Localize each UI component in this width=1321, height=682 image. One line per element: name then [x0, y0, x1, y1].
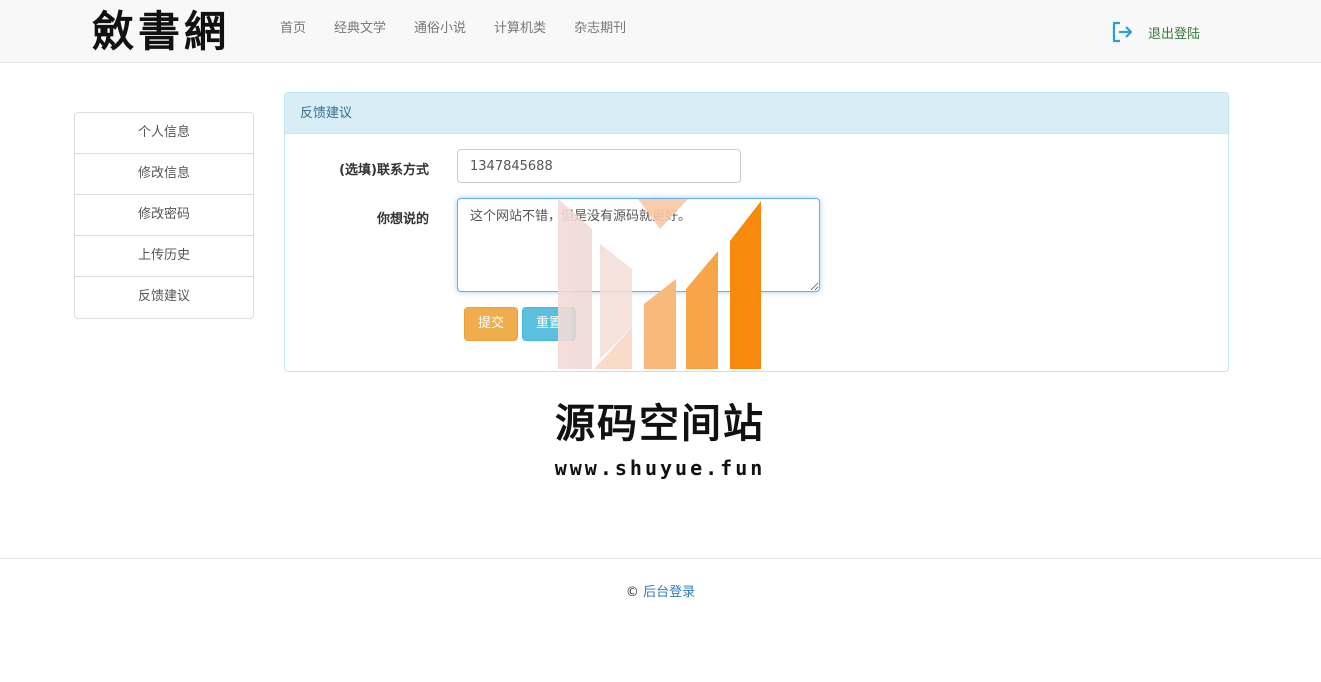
footer-text: © 后台登录 [0, 581, 1321, 600]
nav-computer[interactable]: 计算机类 [480, 0, 560, 58]
nav-magazines[interactable]: 杂志期刊 [560, 0, 640, 58]
nav-home[interactable]: 首页 [266, 0, 320, 58]
nav-classic-literature[interactable]: 经典文学 [320, 0, 400, 58]
watermark-url: www.shuyue.fun [554, 456, 766, 480]
watermark-title: 源码空间站 [555, 401, 765, 447]
main-nav: 首页 经典文学 通俗小说 计算机类 杂志期刊 [266, 0, 640, 58]
logout-label: 退出登陆 [1148, 26, 1201, 42]
user-sidebar: 个人信息 修改信息 修改密码 上传历史 反馈建议 [74, 112, 254, 319]
admin-login-link[interactable]: 后台登录 [643, 585, 695, 600]
panel-title: 反馈建议 [285, 93, 1228, 134]
site-logo[interactable]: 斂書網 [92, 4, 230, 60]
sidebar-item-feedback[interactable]: 反馈建议 [75, 277, 253, 318]
contact-label: (选填)联系方式 [339, 163, 429, 178]
sidebar-item-change-password[interactable]: 修改密码 [75, 195, 253, 236]
sidebar-item-upload-history[interactable]: 上传历史 [75, 236, 253, 277]
nav-popular-fiction[interactable]: 通俗小说 [400, 0, 480, 58]
contact-input[interactable] [457, 149, 741, 183]
logout-link[interactable]: 退出登陆 [1110, 20, 1200, 44]
sidebar-item-profile[interactable]: 个人信息 [75, 113, 253, 154]
sidebar-item-edit-info[interactable]: 修改信息 [75, 154, 253, 195]
top-navbar: 斂書網 首页 经典文学 通俗小说 计算机类 杂志期刊 退出登陆 [0, 0, 1321, 63]
logout-icon [1112, 21, 1133, 43]
copyright-symbol: © [625, 585, 639, 600]
message-label: 你想说的 [376, 212, 429, 227]
page-footer: © 后台登录 [0, 558, 1321, 682]
watermark-logo-graphic [558, 199, 761, 369]
submit-button[interactable]: 提交 [464, 307, 518, 341]
